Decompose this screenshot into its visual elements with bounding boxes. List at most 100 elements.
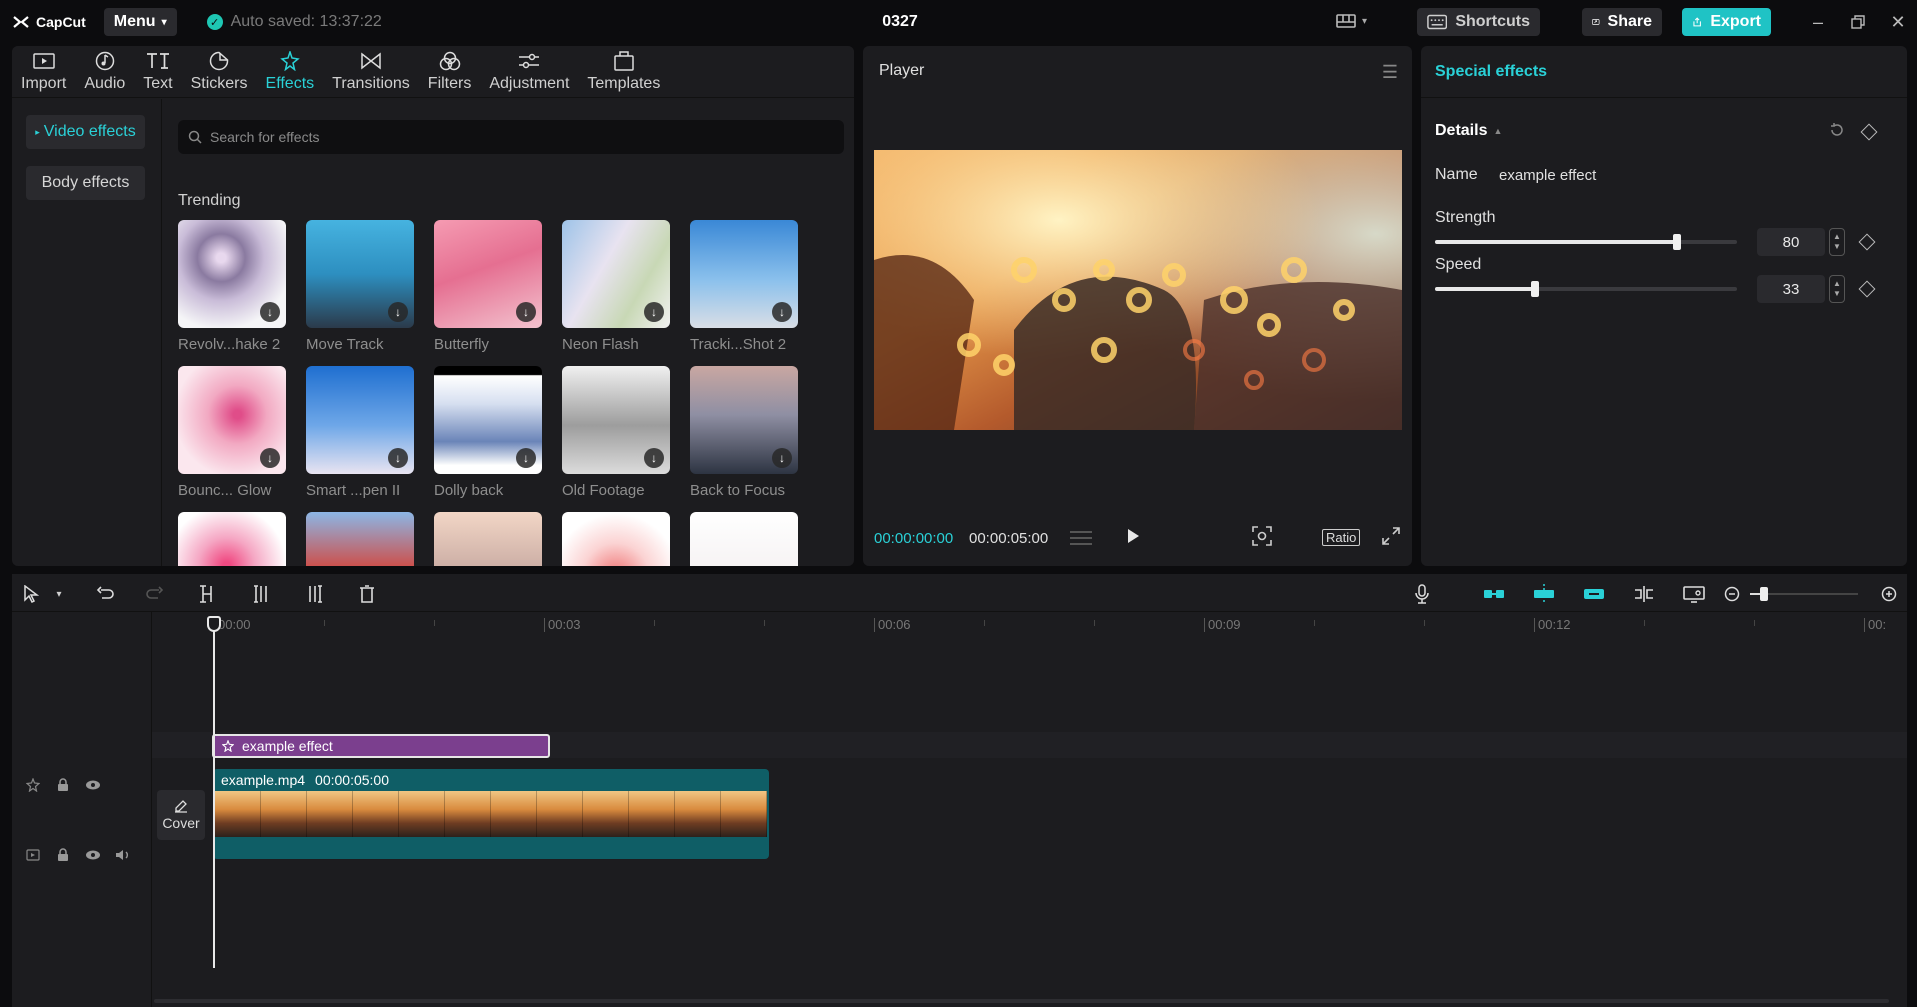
export-button[interactable]: Export [1682,8,1771,36]
effect-card[interactable]: ↓ Dolly back [434,366,542,499]
chevron-down-icon[interactable]: ▼ [1833,289,1841,299]
special-effects-header[interactable]: Special effects [1421,46,1907,98]
effect-thumbnail[interactable]: ↓ [178,366,286,474]
ratio-button[interactable]: Ratio [1322,529,1361,546]
hamburger-menu-icon[interactable]: ☰ [1382,62,1398,83]
main-track-magnet-icon[interactable] [1483,583,1505,605]
playhead-handle[interactable] [207,616,221,632]
chevron-up-icon[interactable]: ▲ [1833,279,1841,289]
undo-icon[interactable] [94,583,116,605]
video-preview[interactable] [874,150,1402,430]
effect-card[interactable]: ↓ Neon Flash [562,220,670,353]
effect-thumbnail[interactable]: ↓ [562,220,670,328]
tab-stickers[interactable]: Stickers [182,46,257,97]
delete-icon[interactable] [356,583,378,605]
effect-thumbnail[interactable]: ↓ [178,220,286,328]
timeline-list-icon[interactable] [1069,529,1093,552]
zoom-out-icon[interactable] [1721,583,1743,605]
auto-snap-icon[interactable] [1533,583,1555,605]
reset-icon[interactable] [1829,122,1845,143]
effect-card[interactable]: ↓ Tracki...Shot 2 [690,220,798,353]
effect-thumbnail[interactable]: ↓ [434,220,542,328]
strength-slider-knob[interactable] [1672,234,1681,250]
speed-input[interactable]: 33 [1757,275,1825,303]
tab-effects[interactable]: Effects [257,46,324,97]
download-icon[interactable]: ↓ [516,448,536,468]
effect-card[interactable]: ↓ Back to Focus [690,366,798,499]
search-input[interactable] [210,129,810,145]
effect-card[interactable]: ↓ Old Footage [562,366,670,499]
download-icon[interactable]: ↓ [388,448,408,468]
time-ruler[interactable]: 00:00 00:03 00:06 00:09 00:12 00: [152,612,1907,636]
effect-card[interactable] [562,512,670,566]
effect-clip[interactable]: example effect [212,734,550,758]
layout-button[interactable]: ▾ [1336,13,1367,29]
redo-icon[interactable] [144,583,166,605]
lock-icon[interactable] [54,846,72,864]
play-icon[interactable] [1126,528,1140,549]
preview-window-icon[interactable] [1683,583,1705,605]
preview-axis-icon[interactable] [1633,583,1655,605]
tab-transitions[interactable]: Transitions [323,46,419,97]
effect-thumbnail[interactable] [178,512,286,566]
microphone-icon[interactable] [1411,583,1433,605]
effect-thumbnail[interactable] [562,512,670,566]
project-title[interactable]: 0327 [870,13,930,31]
shortcuts-button[interactable]: Shortcuts [1417,8,1540,36]
split-right-icon[interactable] [304,583,326,605]
body-effects-button[interactable]: Body effects [26,166,145,200]
split-left-icon[interactable] [250,583,272,605]
effect-thumbnail[interactable]: ↓ [306,220,414,328]
download-icon[interactable]: ↓ [516,302,536,322]
linkage-icon[interactable] [1583,583,1605,605]
effect-card[interactable] [178,512,286,566]
video-effects-button[interactable]: ▸ Video effects [26,115,145,149]
close-icon[interactable]: ✕ [1886,10,1910,34]
download-icon[interactable]: ↓ [772,302,792,322]
download-icon[interactable]: ↓ [388,302,408,322]
zoom-slider[interactable] [1750,587,1858,601]
strength-input[interactable]: 80 [1757,228,1825,256]
minimize-icon[interactable]: – [1806,10,1830,34]
speed-slider-knob[interactable] [1530,281,1539,297]
restore-icon[interactable] [1846,10,1870,34]
share-button[interactable]: Share [1582,8,1662,36]
effect-thumbnail[interactable]: ↓ [690,366,798,474]
zoom-slider-knob[interactable] [1760,587,1768,601]
download-icon[interactable]: ↓ [644,448,664,468]
speed-keyframe-icon[interactable] [1858,280,1876,298]
zoom-in-icon[interactable] [1878,583,1900,605]
tab-adjustment[interactable]: Adjustment [480,46,578,97]
effect-thumbnail[interactable] [434,512,542,566]
download-icon[interactable]: ↓ [644,302,664,322]
strength-stepper[interactable]: ▲ ▼ [1829,228,1845,256]
timeline-scrollbar[interactable] [154,999,1889,1003]
effect-card[interactable]: ↓ Smart ...pen II [306,366,414,499]
eye-icon[interactable] [84,776,102,794]
fullscreen-icon[interactable] [1382,527,1400,550]
effect-card[interactable] [434,512,542,566]
search-bar[interactable] [178,120,844,154]
menu-button[interactable]: Menu ▾ [103,8,177,36]
strength-slider[interactable] [1435,234,1737,250]
effect-card[interactable] [690,512,798,566]
split-icon[interactable] [196,583,218,605]
select-tool-icon[interactable] [20,583,42,605]
tab-audio[interactable]: Audio [75,46,134,97]
lock-icon[interactable] [54,776,72,794]
speed-stepper[interactable]: ▲ ▼ [1829,275,1845,303]
speed-slider[interactable] [1435,281,1737,297]
effect-card[interactable]: ↓ Revolv...hake 2 [178,220,286,353]
effect-card[interactable]: ↓ Butterfly [434,220,542,353]
effect-card[interactable]: ↓ Bounc... Glow [178,366,286,499]
chevron-down-icon[interactable]: ▼ [1833,242,1841,252]
effect-card[interactable]: ↓ Move Track [306,220,414,353]
tab-text[interactable]: Text [134,46,181,97]
download-icon[interactable]: ↓ [260,448,280,468]
speaker-icon[interactable] [114,846,132,864]
cover-button[interactable]: Cover [157,790,205,840]
effect-thumbnail[interactable]: ↓ [562,366,670,474]
effect-thumbnail[interactable]: ↓ [690,220,798,328]
download-icon[interactable]: ↓ [260,302,280,322]
tab-templates[interactable]: Templates [578,46,669,97]
